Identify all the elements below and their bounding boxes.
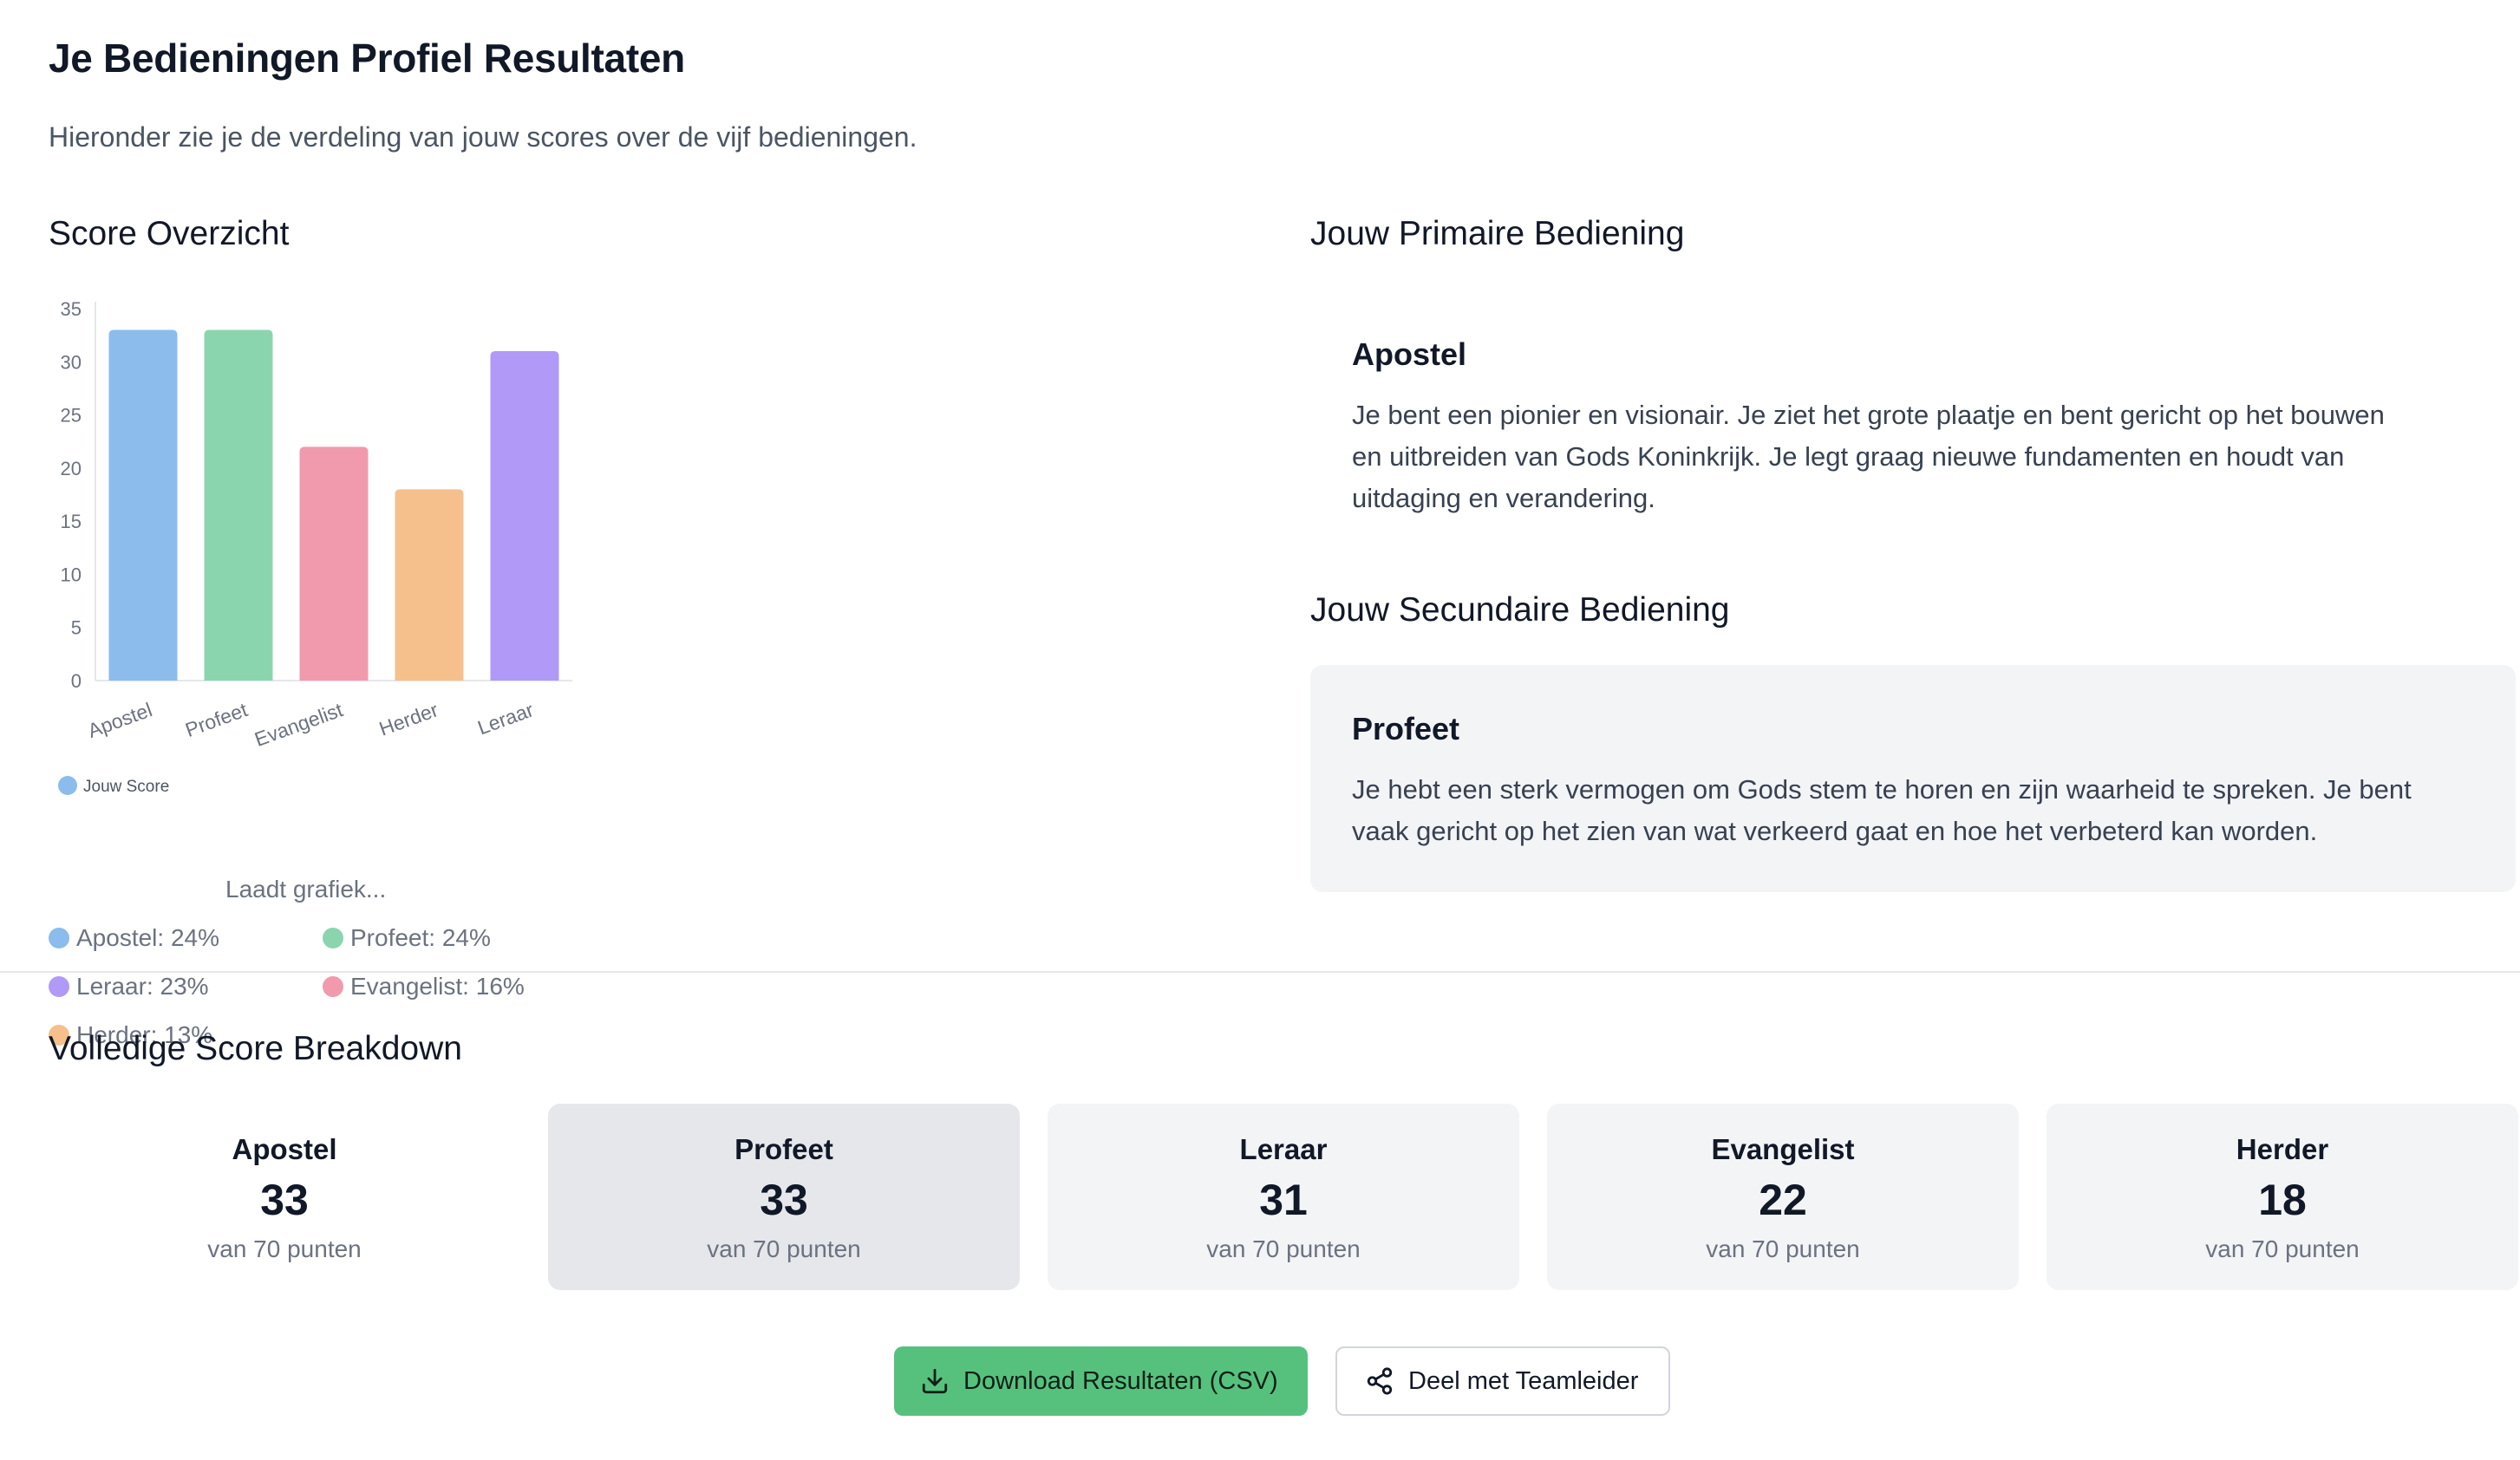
primary-ministry-heading: Jouw Primaire Bediening bbox=[1310, 215, 1685, 252]
score-card-evangelist: Evangelist 22 van 70 punten bbox=[1547, 1104, 2019, 1290]
score-bar-chart: 0 5 10 15 20 25 30 35 Apostel Profeet Evangelist He… bbox=[58, 298, 572, 796]
bar-evangelist bbox=[299, 446, 369, 681]
score-card-value: 33 bbox=[260, 1176, 309, 1224]
score-card-subtext: van 70 punten bbox=[1706, 1235, 1860, 1262]
page-title: Je Bedieningen Profiel Resultaten bbox=[49, 36, 685, 81]
percentage-item-evangelist: Evangelist: 16% bbox=[323, 973, 525, 1000]
y-tick-label: 20 bbox=[61, 458, 82, 479]
score-card-apostel: Apostel 33 van 70 punten bbox=[49, 1104, 520, 1290]
description-line: Je bent een pionier en visionair. Je zie… bbox=[1352, 400, 2385, 430]
score-card-value: 22 bbox=[1759, 1176, 1807, 1224]
bar-profeet bbox=[204, 329, 273, 681]
download-results-button[interactable]: Download Resultaten (CSV) bbox=[894, 1346, 1308, 1416]
legend-swatch bbox=[58, 776, 77, 795]
score-card-herder: Herder 18 van 70 punten bbox=[2047, 1104, 2518, 1290]
x-tick-label: Evangelist bbox=[251, 698, 346, 751]
page-subtitle: Hieronder zie je de verdeling van jouw s… bbox=[49, 121, 917, 153]
bar-leraar bbox=[490, 351, 559, 681]
score-overview-heading: Score Overzicht bbox=[49, 215, 290, 252]
share-button-label: Deel met Teamleider bbox=[1408, 1366, 1639, 1395]
score-card-value: 31 bbox=[1259, 1176, 1308, 1224]
secondary-ministry-heading: Jouw Secundaire Bediening bbox=[1310, 591, 1730, 629]
score-card-subtext: van 70 punten bbox=[1206, 1235, 1361, 1262]
chart-loading-text: Laadt grafiek... bbox=[225, 876, 387, 903]
score-card-label: Herder bbox=[2236, 1133, 2329, 1165]
y-tick-label: 0 bbox=[71, 670, 82, 692]
score-card-label: Evangelist bbox=[1711, 1133, 1855, 1165]
breakdown-heading: Volledige Score Breakdown bbox=[49, 1030, 462, 1067]
y-tick-label: 30 bbox=[61, 351, 82, 373]
description-line: en uitbreiden van Gods Koninkrijk. Je le… bbox=[1352, 441, 2345, 472]
y-tick-label: 10 bbox=[61, 564, 82, 585]
bar-apostel bbox=[108, 329, 178, 681]
percentage-label: Profeet: 24% bbox=[350, 924, 491, 951]
x-tick-label: Herder bbox=[376, 698, 441, 740]
score-card-value: 18 bbox=[2258, 1176, 2307, 1224]
percentage-label: Apostel: 24% bbox=[76, 924, 219, 951]
legend-label: Jouw Score bbox=[83, 778, 169, 796]
section-divider bbox=[0, 971, 2520, 973]
share-with-teamleader-button[interactable]: Deel met Teamleider bbox=[1335, 1346, 1670, 1416]
x-tick-label: Profeet bbox=[182, 698, 251, 741]
bar-herder bbox=[395, 489, 464, 681]
y-tick-label: 15 bbox=[61, 511, 82, 532]
score-card-leraar: Leraar 31 van 70 punten bbox=[1048, 1104, 1519, 1290]
score-card-subtext: van 70 punten bbox=[2205, 1235, 2360, 1262]
description-line: Je hebt een sterk vermogen om Gods stem … bbox=[1352, 774, 2412, 805]
score-card-profeet: Profeet 33 van 70 punten bbox=[548, 1104, 1020, 1290]
primary-ministry-description: Je bent een pionier en visionair. Je zie… bbox=[1352, 394, 2385, 519]
description-line: vaak gericht op het zien van wat verkeer… bbox=[1352, 816, 2318, 846]
secondary-ministry-name: Profeet bbox=[1352, 711, 1460, 746]
y-tick-label: 5 bbox=[71, 617, 82, 639]
score-card-row: Apostel 33 van 70 punten Profeet 33 van … bbox=[49, 1104, 2518, 1290]
score-card-subtext: van 70 punten bbox=[207, 1235, 362, 1262]
percentage-item-leraar: Leraar: 23% bbox=[49, 973, 209, 1000]
legend-dot bbox=[323, 928, 343, 948]
score-card-subtext: van 70 punten bbox=[707, 1235, 861, 1262]
download-icon bbox=[922, 1368, 948, 1394]
score-card-label: Apostel bbox=[232, 1133, 337, 1165]
primary-ministry-name: Apostel bbox=[1352, 336, 1467, 372]
percentage-item-apostel: Apostel: 24% bbox=[49, 924, 219, 952]
x-tick-label: Leraar bbox=[474, 698, 537, 739]
download-button-label: Download Resultaten (CSV) bbox=[963, 1366, 1278, 1395]
secondary-ministry-description: Je hebt een sterk vermogen om Gods stem … bbox=[1352, 769, 2412, 852]
description-line: uitdaging en verandering. bbox=[1352, 483, 1655, 513]
y-tick-label: 25 bbox=[61, 405, 82, 427]
share-icon bbox=[1367, 1367, 1393, 1395]
legend-dot bbox=[323, 976, 343, 997]
legend-dot bbox=[49, 976, 69, 997]
percentage-label: Leraar: 23% bbox=[76, 973, 209, 1000]
percentage-item-profeet: Profeet: 24% bbox=[323, 924, 491, 952]
score-card-label: Profeet bbox=[734, 1133, 833, 1165]
percentage-label: Evangelist: 16% bbox=[350, 973, 525, 1000]
y-tick-label: 35 bbox=[61, 298, 82, 320]
score-card-value: 33 bbox=[760, 1176, 808, 1224]
legend-dot bbox=[49, 928, 69, 948]
score-card-label: Leraar bbox=[1239, 1133, 1328, 1165]
x-tick-label: Apostel bbox=[85, 698, 155, 742]
